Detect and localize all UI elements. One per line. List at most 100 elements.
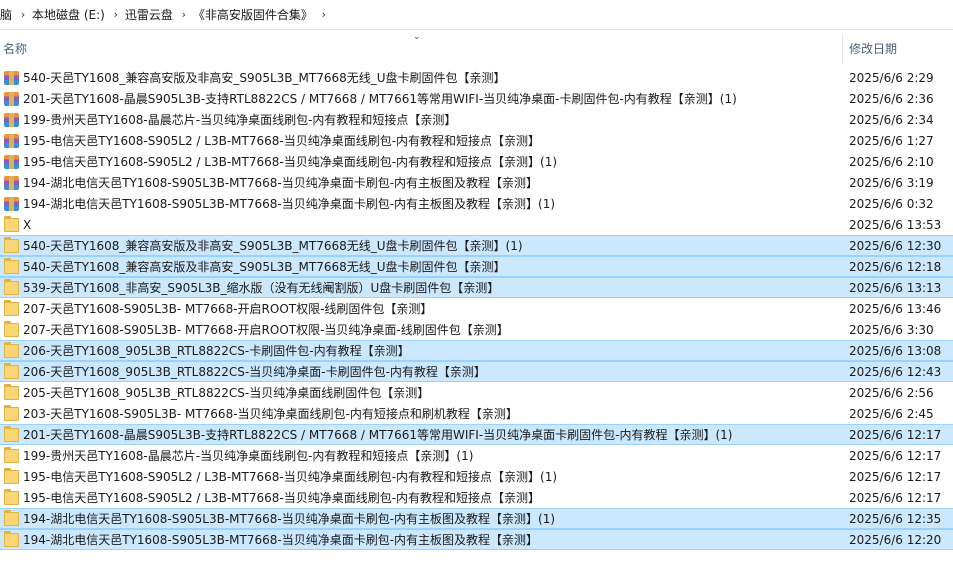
file-row[interactable]: X 2025/6/6 13:53 [0,214,953,235]
archive-icon [4,113,19,127]
file-date: 2025/6/6 2:29 [849,71,934,85]
archive-icon [4,176,19,190]
file-name: 207-天邑TY1608-S905L3B- MT7668-开启ROOT权限-线刷… [23,302,433,316]
breadcrumb: 脑 › 本地磁盘 (E:) › 迅雷云盘 › 《非高安版固件合集》 › [0,0,953,30]
folder-icon [4,447,19,463]
column-header: ⌄ 名称 修改日期 [0,30,953,66]
file-row[interactable]: 201-天邑TY1608-晶晨S905L3B-支持RTL8822CS / MT7… [0,88,953,109]
file-name: 195-电信天邑TY1608-S905L2 / L3B-MT7668-当贝纯净桌… [23,491,541,505]
file-date: 2025/6/6 12:17 [849,491,942,505]
file-name: 194-湖北电信天邑TY1608-S905L3B-MT7668-当贝纯净桌面卡刷… [23,197,556,211]
file-row[interactable]: 540-天邑TY1608_兼容高安版及非高安_S905L3B_MT7668无线_… [0,235,953,256]
file-date: 2025/6/6 2:56 [849,386,934,400]
breadcrumb-item[interactable]: 本地磁盘 (E:) [32,6,107,23]
file-row[interactable]: 199-贵州天邑TY1608-晶晨芯片-当贝纯净桌面线刷包-内有教程和短接点【亲… [0,445,953,466]
file-date: 2025/6/6 13:13 [849,281,942,295]
sort-chevron-icon: ⌄ [413,32,421,42]
file-name: 199-贵州天邑TY1608-晶晨芯片-当贝纯净桌面线刷包-内有教程和短接点【亲… [23,113,457,127]
file-row[interactable]: 194-湖北电信天邑TY1608-S905L3B-MT7668-当贝纯净桌面卡刷… [0,508,953,529]
file-row[interactable]: 206-天邑TY1608_905L3B_RTL8822CS-卡刷固件包-内有教程… [0,340,953,361]
file-row[interactable]: 194-湖北电信天邑TY1608-S905L3B-MT7668-当贝纯净桌面卡刷… [0,193,953,214]
file-date: 2025/6/6 12:17 [849,428,942,442]
folder-icon [4,321,19,337]
archive-icon [4,71,19,85]
file-name: 195-电信天邑TY1608-S905L2 / L3B-MT7668-当贝纯净桌… [23,134,541,148]
file-date: 2025/6/6 12:35 [849,512,942,526]
file-date: 2025/6/6 12:18 [849,260,942,274]
breadcrumb-item[interactable]: 迅雷云盘 [125,6,175,23]
file-name: 194-湖北电信天邑TY1608-S905L3B-MT7668-当贝纯净桌面卡刷… [23,533,539,547]
file-name: 199-贵州天邑TY1608-晶晨芯片-当贝纯净桌面线刷包-内有教程和短接点【亲… [23,449,474,463]
file-name: 206-天邑TY1608_905L3B_RTL8822CS-卡刷固件包-内有教程… [23,344,410,358]
file-row[interactable]: 540-天邑TY1608_兼容高安版及非高安_S905L3B_MT7668无线_… [0,67,953,88]
chevron-right-icon[interactable]: › [14,8,32,21]
file-name: 205-天邑TY1608_905L3B_RTL8822CS-当贝纯净桌面线刷固件… [23,386,430,400]
file-row[interactable]: 207-天邑TY1608-S905L3B- MT7668-开启ROOT权限-线刷… [0,298,953,319]
file-row[interactable]: 539-天邑TY1608_非高安_S905L3B_缩水版（没有无线阉割版）U盘卡… [0,277,953,298]
file-list: 540-天邑TY1608_兼容高安版及非高安_S905L3B_MT7668无线_… [0,67,953,550]
chevron-right-icon[interactable]: › [175,8,193,21]
folder-icon [4,405,19,421]
file-row[interactable]: 540-天邑TY1608_兼容高安版及非高安_S905L3B_MT7668无线_… [0,256,953,277]
file-name: 195-电信天邑TY1608-S905L2 / L3B-MT7668-当贝纯净桌… [23,470,558,484]
file-name: 201-天邑TY1608-晶晨S905L3B-支持RTL8822CS / MT7… [23,428,733,442]
chevron-right-icon[interactable]: › [315,8,333,21]
file-row[interactable]: 194-湖北电信天邑TY1608-S905L3B-MT7668-当贝纯净桌面卡刷… [0,529,953,550]
column-name-header[interactable]: 名称 [3,40,27,57]
folder-icon [4,216,19,232]
file-date: 2025/6/6 2:45 [849,407,934,421]
folder-icon [4,279,19,295]
file-date: 2025/6/6 0:32 [849,197,934,211]
file-date: 2025/6/6 3:19 [849,176,934,190]
file-date: 2025/6/6 12:20 [849,533,942,547]
folder-icon [4,342,19,358]
file-row[interactable]: 203-天邑TY1608-S905L3B- MT7668-当贝纯净桌面线刷包-内… [0,403,953,424]
file-name: 539-天邑TY1608_非高安_S905L3B_缩水版（没有无线阉割版）U盘卡… [23,281,500,295]
file-name: 201-天邑TY1608-晶晨S905L3B-支持RTL8822CS / MT7… [23,92,737,106]
column-date-header[interactable]: 修改日期 [849,40,897,57]
folder-icon [4,258,19,274]
file-name: 195-电信天邑TY1608-S905L2 / L3B-MT7668-当贝纯净桌… [23,155,558,169]
file-row[interactable]: 195-电信天邑TY1608-S905L2 / L3B-MT7668-当贝纯净桌… [0,130,953,151]
file-name: 540-天邑TY1608_兼容高安版及非高安_S905L3B_MT7668无线_… [23,239,523,253]
file-date: 2025/6/6 13:46 [849,302,942,316]
file-name: 540-天邑TY1608_兼容高安版及非高安_S905L3B_MT7668无线_… [23,71,506,85]
column-divider[interactable] [842,34,843,64]
folder-icon [4,468,19,484]
folder-icon [4,489,19,505]
file-row[interactable]: 195-电信天邑TY1608-S905L2 / L3B-MT7668-当贝纯净桌… [0,487,953,508]
file-name: 194-湖北电信天邑TY1608-S905L3B-MT7668-当贝纯净桌面卡刷… [23,176,539,190]
file-date: 2025/6/6 1:27 [849,134,934,148]
file-date: 2025/6/6 12:30 [849,239,942,253]
chevron-right-icon[interactable]: › [107,8,125,21]
folder-icon [4,363,19,379]
folder-icon [4,384,19,400]
folder-icon [4,237,19,253]
file-row[interactable]: 195-电信天邑TY1608-S905L2 / L3B-MT7668-当贝纯净桌… [0,151,953,172]
file-row[interactable]: 205-天邑TY1608_905L3B_RTL8822CS-当贝纯净桌面线刷固件… [0,382,953,403]
file-row[interactable]: 207-天邑TY1608-S905L3B- MT7668-开启ROOT权限-当贝… [0,319,953,340]
file-date: 2025/6/6 12:17 [849,449,942,463]
file-row[interactable]: 195-电信天邑TY1608-S905L2 / L3B-MT7668-当贝纯净桌… [0,466,953,487]
file-date: 2025/6/6 12:43 [849,365,942,379]
file-row[interactable]: 194-湖北电信天邑TY1608-S905L3B-MT7668-当贝纯净桌面卡刷… [0,172,953,193]
file-row[interactable]: 199-贵州天邑TY1608-晶晨芯片-当贝纯净桌面线刷包-内有教程和短接点【亲… [0,109,953,130]
file-name: 194-湖北电信天邑TY1608-S905L3B-MT7668-当贝纯净桌面卡刷… [23,512,556,526]
breadcrumb-item[interactable]: 《非高安版固件合集》 [193,6,315,23]
file-date: 2025/6/6 2:10 [849,155,934,169]
file-name: X [23,218,32,232]
file-date: 2025/6/6 2:36 [849,92,934,106]
archive-icon [4,134,19,148]
folder-icon [4,426,19,442]
folder-icon [4,510,19,526]
archive-icon [4,197,19,211]
file-row[interactable]: 201-天邑TY1608-晶晨S905L3B-支持RTL8822CS / MT7… [0,424,953,445]
file-name: 206-天邑TY1608_905L3B_RTL8822CS-当贝纯净桌面-卡刷固… [23,365,486,379]
archive-icon [4,155,19,169]
breadcrumb-item[interactable]: 脑 [0,6,14,23]
file-name: 203-天邑TY1608-S905L3B- MT7668-当贝纯净桌面线刷包-内… [23,407,518,421]
file-name: 540-天邑TY1608_兼容高安版及非高安_S905L3B_MT7668无线_… [23,260,506,274]
file-date: 2025/6/6 13:53 [849,218,942,232]
file-row[interactable]: 206-天邑TY1608_905L3B_RTL8822CS-当贝纯净桌面-卡刷固… [0,361,953,382]
file-date: 2025/6/6 13:08 [849,344,942,358]
